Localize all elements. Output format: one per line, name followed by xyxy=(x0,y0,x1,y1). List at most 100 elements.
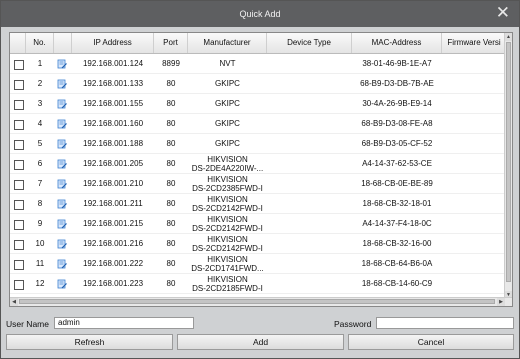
cell-no: 12 xyxy=(35,279,45,288)
edit-icon[interactable] xyxy=(57,159,67,169)
row-checkbox[interactable] xyxy=(14,200,24,210)
cell-port: 80 xyxy=(166,159,176,168)
row-checkbox[interactable] xyxy=(14,260,24,270)
table-row[interactable]: 6 192.168.001.205 80 HIKVISION DS-2DE4A220IW… xyxy=(10,154,507,174)
table-row[interactable]: 8 192.168.001.211 80 HIKVISION DS-2CD2142FWD… xyxy=(10,194,507,214)
table-row[interactable]: 9 192.168.001.215 80 HIKVISION DS-2CD2142FWD… xyxy=(10,214,507,234)
device-model: DS-2DE4A220IW-... xyxy=(191,164,264,173)
table-row[interactable]: 2 192.168.001.133 80 GKIPC 68-B9-D3-DB-7B-AE xyxy=(10,74,507,94)
table-row[interactable]: 4 192.168.001.160 80 GKIPC 68-B9-D3-08-FE-A8 xyxy=(10,114,507,134)
row-checkbox[interactable] xyxy=(14,220,24,230)
cell-no: 7 xyxy=(37,179,43,188)
cell-port: 80 xyxy=(166,199,176,208)
edit-icon[interactable] xyxy=(57,59,67,69)
table-row[interactable]: 11 192.168.001.222 80 HIKVISION DS-2CD1741FW… xyxy=(10,254,507,274)
cell-mac: A4-14-37-F4-18-0C xyxy=(362,219,432,228)
row-checkbox[interactable] xyxy=(14,240,24,250)
cell-manufacturer: GKIPC xyxy=(188,134,267,154)
table-row[interactable]: 3 192.168.001.155 80 GKIPC 30-4A-26-9B-E9-14 xyxy=(10,94,507,114)
device-table: No. IP Address Port Manufacturer Device … xyxy=(9,32,513,307)
manufacturer-name: GKIPC xyxy=(215,99,240,108)
row-checkbox[interactable] xyxy=(14,100,24,110)
cell-port: 80 xyxy=(166,99,176,108)
header-mac[interactable]: MAC-Address xyxy=(352,33,442,53)
scroll-left-icon[interactable]: ◀ xyxy=(10,298,18,306)
scroll-right-icon[interactable]: ▶ xyxy=(497,298,505,306)
vertical-scrollbar[interactable]: ▲ ▼ xyxy=(504,33,512,299)
edit-icon[interactable] xyxy=(57,259,67,269)
manufacturer-name: HIKVISION xyxy=(207,275,248,284)
cell-mac: 68-B9-D3-08-FE-A8 xyxy=(361,119,433,128)
title-bar[interactable]: Quick Add ✕ xyxy=(1,1,519,27)
table-row[interactable]: 7 192.168.001.210 80 HIKVISION DS-2CD2385FWD… xyxy=(10,174,507,194)
manufacturer-name: NVT xyxy=(219,59,236,68)
horizontal-scrollbar[interactable]: ◀ ▶ xyxy=(10,297,512,306)
password-label: Password xyxy=(334,319,372,329)
manufacturer-name: HIKVISION xyxy=(207,255,248,264)
cell-manufacturer: HIKVISION DS-2CD2142FWD-I xyxy=(188,194,267,214)
cell-port: 80 xyxy=(166,219,176,228)
horizontal-scroll-thumb[interactable] xyxy=(19,299,495,304)
table-row[interactable]: 5 192.168.001.188 80 GKIPC 68-B9-D3-05-CF-52 xyxy=(10,134,507,154)
username-field[interactable]: admin xyxy=(54,317,194,329)
edit-icon[interactable] xyxy=(57,279,67,289)
row-checkbox[interactable] xyxy=(14,280,24,290)
row-checkbox[interactable] xyxy=(14,80,24,90)
cell-mac: 68-B9-D3-DB-7B-AE xyxy=(360,79,434,88)
header-firmware[interactable]: Firmware Versi xyxy=(442,33,507,53)
dialog-title: Quick Add xyxy=(239,9,281,19)
password-field[interactable] xyxy=(376,317,514,329)
refresh-button[interactable]: Refresh xyxy=(6,334,173,350)
table-row[interactable]: 10 192.168.001.216 80 HIKVISION DS-2CD2142FW… xyxy=(10,234,507,254)
row-checkbox[interactable] xyxy=(14,140,24,150)
cell-device-type xyxy=(267,74,352,94)
header-select[interactable] xyxy=(10,33,26,53)
header-no[interactable]: No. xyxy=(26,33,54,53)
cell-ip: 192.168.001.210 xyxy=(82,179,144,188)
scroll-up-icon[interactable]: ▲ xyxy=(505,33,512,41)
edit-icon[interactable] xyxy=(57,99,67,109)
edit-icon[interactable] xyxy=(57,179,67,189)
cell-no: 1 xyxy=(37,59,43,68)
edit-icon[interactable] xyxy=(57,239,67,249)
cell-ip: 192.168.001.211 xyxy=(83,199,143,208)
cell-ip: 192.168.001.155 xyxy=(82,99,144,108)
header-manufacturer[interactable]: Manufacturer xyxy=(188,33,267,53)
device-model: DS-2CD2142FWD-I xyxy=(192,224,263,233)
table-row[interactable]: 1 192.168.001.124 8899 NVT 38-01-46-9B-1E-A7 xyxy=(10,54,507,74)
edit-icon[interactable] xyxy=(57,219,67,229)
cell-manufacturer: HIKVISION DS-2CD2142FWD-I xyxy=(188,214,267,234)
cell-no: 11 xyxy=(35,259,45,268)
manufacturer-name: HIKVISION xyxy=(207,195,248,204)
cell-manufacturer: HIKVISION DS-2CD2385FWD-I xyxy=(188,174,267,194)
manufacturer-name: GKIPC xyxy=(215,119,240,128)
header-edit xyxy=(54,33,72,53)
cell-ip: 192.168.001.215 xyxy=(82,219,144,228)
cell-ip: 192.168.001.222 xyxy=(82,259,144,268)
cell-ip: 192.168.001.205 xyxy=(82,159,144,168)
vertical-scroll-thumb[interactable] xyxy=(506,42,511,282)
cell-ip: 192.168.001.223 xyxy=(82,279,144,288)
row-checkbox[interactable] xyxy=(14,180,24,190)
edit-icon[interactable] xyxy=(57,139,67,149)
row-checkbox[interactable] xyxy=(14,60,24,70)
table-row[interactable]: 12 192.168.001.223 80 HIKVISION DS-2CD2185FW… xyxy=(10,274,507,294)
header-device-type[interactable]: Device Type xyxy=(267,33,352,53)
row-checkbox[interactable] xyxy=(14,160,24,170)
cancel-button[interactable]: Cancel xyxy=(348,334,514,350)
cell-manufacturer: GKIPC xyxy=(188,114,267,134)
cell-ip: 192.168.001.124 xyxy=(82,59,144,68)
cell-device-type xyxy=(267,94,352,114)
add-button[interactable]: Add xyxy=(177,334,344,350)
cell-manufacturer: HIKVISION DS-2CD1741FWD... xyxy=(188,254,267,274)
cell-port: 80 xyxy=(166,179,176,188)
row-checkbox[interactable] xyxy=(14,120,24,130)
header-port[interactable]: Port xyxy=(154,33,188,53)
edit-icon[interactable] xyxy=(57,119,67,129)
edit-icon[interactable] xyxy=(57,199,67,209)
header-ip[interactable]: IP Address xyxy=(72,33,154,53)
cell-device-type xyxy=(267,114,352,134)
edit-icon[interactable] xyxy=(57,79,67,89)
close-icon[interactable]: ✕ xyxy=(496,4,510,22)
cell-device-type xyxy=(267,194,352,214)
